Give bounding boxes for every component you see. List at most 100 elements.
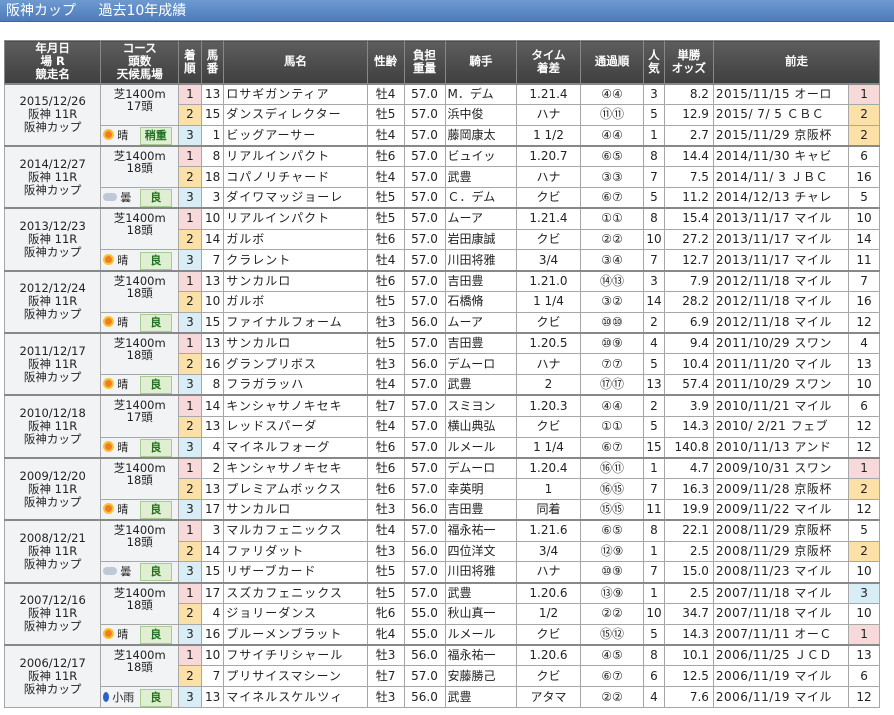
horse-name[interactable]: マイネルフォーグ	[223, 436, 368, 459]
sex-age: 牡4	[366, 166, 405, 188]
horse-name[interactable]: マルカフェニックス	[223, 519, 368, 542]
previous-race[interactable]: 2007/11/11 オーＣ	[712, 623, 850, 646]
previous-race[interactable]: 2014/11/30 キャビ	[712, 144, 850, 168]
horse-name[interactable]: フサイチリシャール	[223, 644, 368, 667]
horse-name[interactable]: クラレント	[223, 249, 368, 272]
previous-race[interactable]: 2015/11/15 オーロ	[712, 82, 850, 105]
horse-name[interactable]: プレミアムボックス	[223, 478, 368, 500]
popularity: 1	[643, 456, 665, 480]
horse-name[interactable]: ダイワマッジョーレ	[223, 186, 368, 209]
weather-text: 晴	[117, 440, 129, 454]
sex-age: 牡5	[366, 332, 405, 355]
horse-name[interactable]: ビッグアーサー	[223, 124, 368, 147]
horse-name[interactable]: サンカルロ	[223, 332, 368, 355]
previous-race[interactable]: 2013/11/17 マイル	[712, 249, 850, 272]
previous-race[interactable]: 2013/11/17 マイル	[712, 207, 850, 230]
horse-name[interactable]: グランプリボス	[223, 353, 368, 376]
weather-label: 曇	[103, 188, 139, 207]
horse-name[interactable]: ブルーメンブラット	[223, 623, 368, 646]
passing-order: ⑥⑤	[579, 519, 645, 542]
race-info-cell: 2006/12/17 阪神 11R 阪神カップ	[3, 644, 102, 708]
horse-number: 13	[200, 269, 225, 292]
previous-race[interactable]: 2010/11/13 アンド	[712, 436, 850, 459]
previous-finish: 1	[848, 82, 880, 105]
odds: 57.4	[663, 374, 714, 396]
finish-position: 3	[178, 623, 202, 646]
horse-name[interactable]: ファイナルフォーム	[223, 311, 368, 334]
horse-name[interactable]: マイネルスケルツィ	[223, 686, 368, 708]
going-badge: 稍重	[139, 126, 172, 145]
previous-race[interactable]: 2015/ 7/ 5 ＣＢＣ	[712, 103, 850, 126]
previous-finish: 7	[848, 269, 880, 292]
time-margin: クビ	[516, 311, 581, 334]
sex-age: 牡7	[366, 665, 405, 688]
finish-position: 1	[178, 394, 202, 417]
horse-number: 13	[200, 686, 225, 708]
horse-name[interactable]: リザーブカード	[223, 561, 368, 584]
previous-race[interactable]: 2009/11/22 マイル	[712, 498, 850, 521]
previous-finish: 10	[848, 207, 880, 230]
going-badge: 良	[139, 313, 172, 332]
previous-race[interactable]: 2010/11/21 マイル	[712, 394, 850, 417]
previous-race[interactable]: 2012/11/18 マイル	[712, 311, 850, 334]
previous-finish: 12	[848, 498, 880, 521]
previous-race[interactable]: 2009/10/31 スワン	[712, 456, 850, 480]
previous-race[interactable]: 2006/11/19 マイル	[712, 686, 850, 708]
previous-race[interactable]: 2010/ 2/21 フェブ	[712, 415, 850, 438]
horse-number: 7	[200, 249, 225, 272]
horse-name[interactable]: ジョリーダンス	[223, 602, 368, 625]
weight: 57.0	[403, 665, 446, 688]
jockey: 武豊	[444, 581, 518, 604]
previous-race[interactable]: 2012/11/18 マイル	[712, 290, 850, 313]
horse-name[interactable]: フラガラッハ	[223, 374, 368, 396]
previous-race[interactable]: 2007/11/18 マイル	[712, 581, 850, 604]
previous-race[interactable]: 2011/10/29 スワン	[712, 332, 850, 355]
header-previous: 前走	[712, 40, 881, 84]
weather-cell: 晴良	[100, 311, 180, 334]
table-row: 晴良 3 17 サンカルロ 牡3 56.0 吉田豊 同着 ⑮⑮ 11 19.9 2009/11/22 …	[5, 498, 880, 521]
race-date: 2006/12/17	[19, 655, 86, 670]
table-row: 2009/12/20 阪神 11R 阪神カップ 芝1400m 18頭 1 2 キンシャサノキセ…	[3, 456, 880, 521]
horse-name[interactable]: ガルボ	[223, 228, 368, 251]
horse-name[interactable]: リアルインパクト	[223, 207, 368, 230]
previous-race[interactable]: 2013/11/17 マイル	[712, 228, 850, 251]
previous-finish: 6	[848, 394, 880, 417]
previous-race[interactable]: 2006/11/19 マイル	[712, 665, 850, 688]
horse-name[interactable]: サンカルロ	[223, 498, 368, 521]
previous-race[interactable]: 2006/11/25 ＪＣＤ	[712, 644, 850, 667]
weight: 56.0	[403, 498, 446, 521]
horse-name[interactable]: ロサギガンティア	[223, 82, 368, 105]
previous-race[interactable]: 2014/12/13 チャレ	[712, 186, 850, 209]
horse-name[interactable]: リアルインパクト	[223, 144, 368, 168]
previous-race[interactable]: 2015/11/29 京阪杯	[712, 124, 850, 147]
popularity: 7	[643, 166, 665, 188]
horse-name[interactable]: レッドスパーダ	[223, 415, 368, 438]
popularity: 2	[643, 394, 665, 417]
jockey: 川田将雅	[444, 249, 518, 272]
horse-name[interactable]: ダンスディレクター	[223, 103, 368, 126]
previous-race[interactable]: 2008/11/29 京阪杯	[712, 540, 850, 563]
popularity: 8	[643, 519, 665, 542]
previous-race[interactable]: 2014/11/ 3 ＪＢＣ	[712, 166, 850, 188]
previous-finish: 2	[848, 103, 880, 126]
previous-race[interactable]: 2007/11/18 マイル	[712, 602, 850, 625]
sex-age: 牡5	[366, 103, 405, 126]
time-margin: クビ	[516, 228, 581, 251]
odds: 7.6	[663, 686, 714, 708]
horse-name[interactable]: ファリダット	[223, 540, 368, 563]
previous-race[interactable]: 2009/11/28 京阪杯	[712, 478, 850, 500]
horse-name[interactable]: スズカフェニックス	[223, 581, 368, 604]
horse-name[interactable]: キンシャサノキセキ	[223, 456, 368, 480]
previous-race[interactable]: 2012/11/18 マイル	[712, 269, 850, 292]
horse-name[interactable]: ガルボ	[223, 290, 368, 313]
horse-name[interactable]: コパノリチャード	[223, 166, 368, 188]
previous-race[interactable]: 2011/10/29 スワン	[712, 374, 850, 396]
previous-race[interactable]: 2008/11/23 マイル	[712, 561, 850, 584]
rain-icon	[103, 691, 110, 702]
going-badge: 良	[139, 625, 172, 644]
horse-name[interactable]: プリサイスマシーン	[223, 665, 368, 688]
previous-race[interactable]: 2008/11/29 京阪杯	[712, 519, 850, 542]
horse-name[interactable]: キンシャサノキセキ	[223, 394, 368, 417]
previous-race[interactable]: 2011/11/20 マイル	[712, 353, 850, 376]
horse-name[interactable]: サンカルロ	[223, 269, 368, 292]
